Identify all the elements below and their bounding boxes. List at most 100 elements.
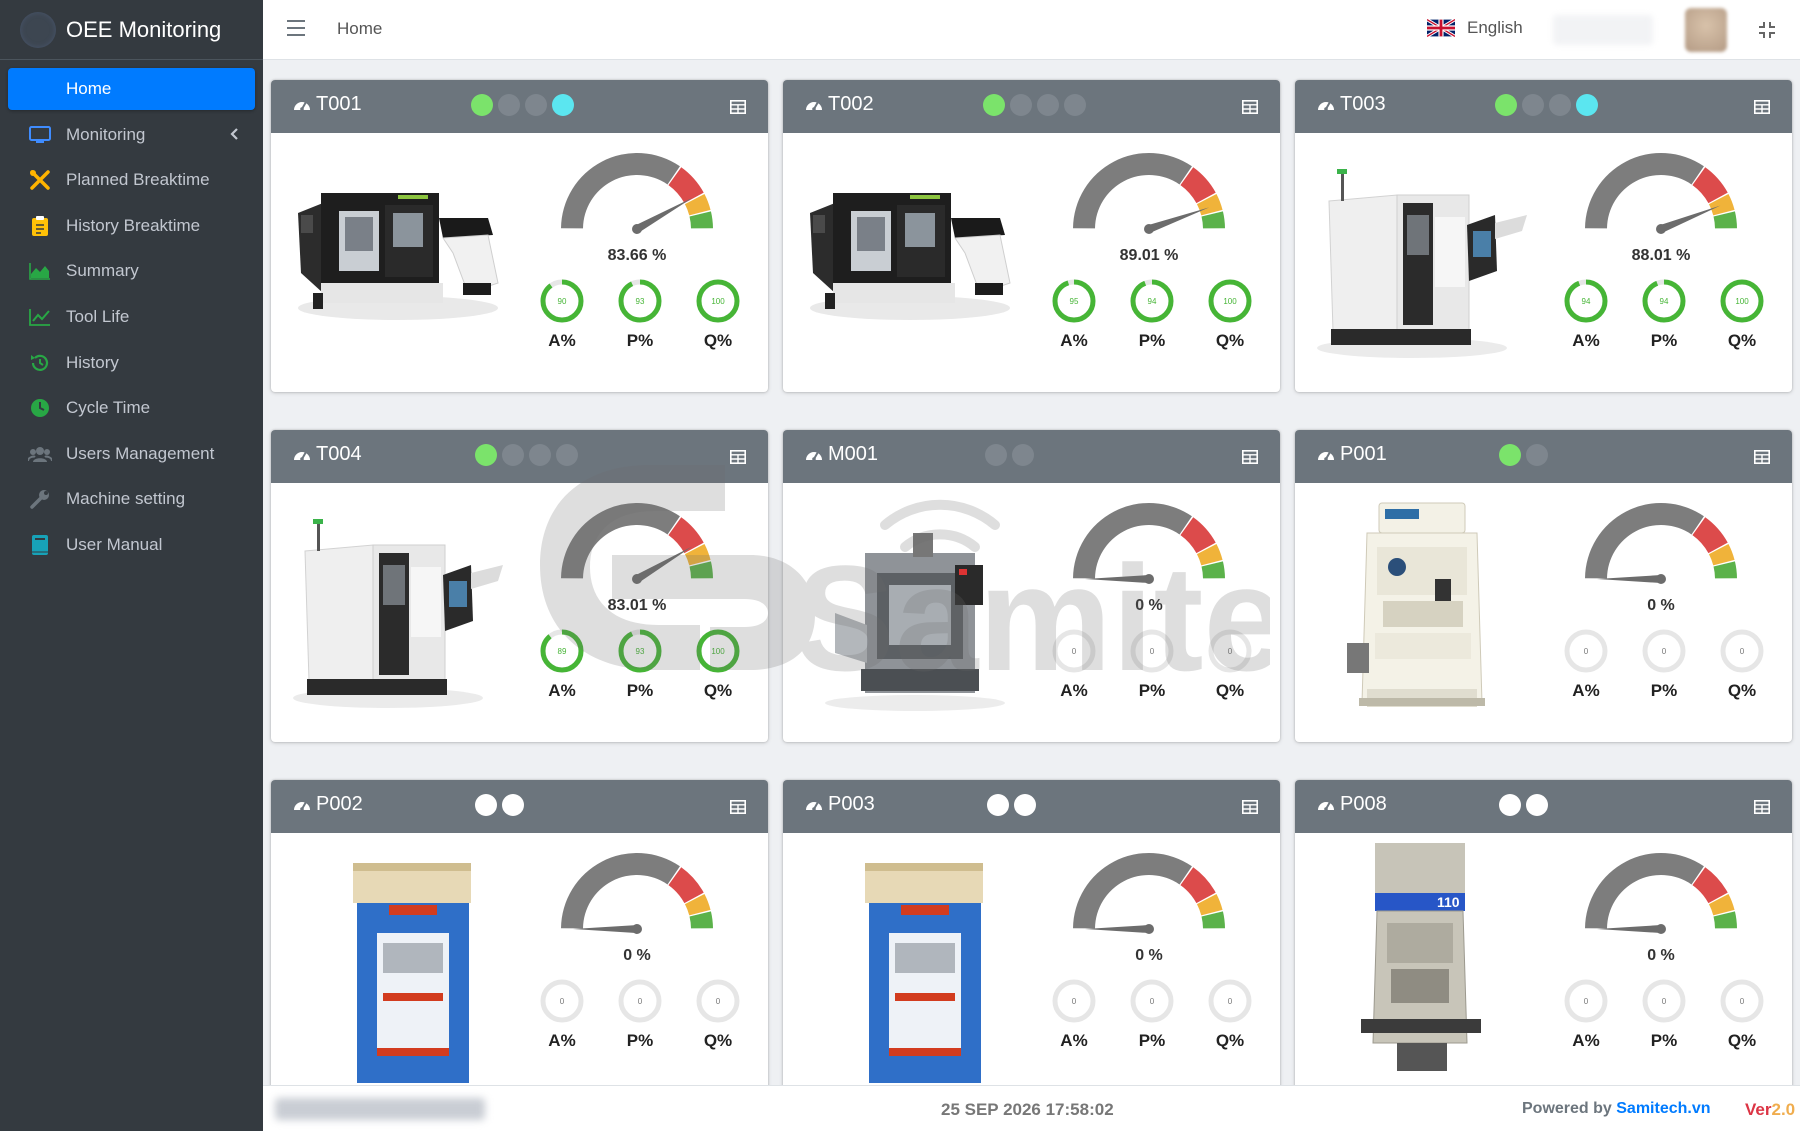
oee-percentage: 0 % — [1647, 947, 1675, 964]
sidebar-item-monitoring[interactable]: Monitoring — [8, 114, 255, 156]
a-label: A% — [1572, 1031, 1600, 1050]
status-dot — [1576, 94, 1598, 116]
sidebar-item-label: History Breaktime — [66, 215, 201, 235]
speedometer-icon — [294, 801, 310, 811]
card-header: M001 — [783, 430, 1280, 483]
card-header: P003 — [783, 780, 1280, 833]
card-title: T002 — [804, 93, 874, 116]
status-dot — [983, 94, 1005, 116]
card-header: P001 — [1295, 430, 1792, 483]
table-view-icon[interactable] — [1754, 100, 1770, 114]
status-dot — [525, 94, 547, 116]
table-view-icon[interactable] — [1242, 100, 1258, 114]
machine-image — [805, 493, 1020, 733]
status-indicators — [1495, 94, 1603, 116]
sidebar-item-history[interactable]: History — [8, 342, 255, 384]
machine-image — [293, 493, 508, 733]
status-dot — [1010, 94, 1032, 116]
area-chart-icon — [28, 260, 52, 282]
version-number: 2.0 — [1771, 1100, 1796, 1119]
svg-text:0: 0 — [1072, 997, 1077, 1006]
p-label: P% — [1138, 331, 1166, 350]
status-dot — [1549, 94, 1571, 116]
q-label: Q% — [703, 331, 733, 350]
machine-card-p008[interactable]: P008 110 0 % 0 A% 0 P% 0 Q% — [1295, 780, 1792, 1092]
sidebar-item-home[interactable]: Home — [8, 68, 255, 110]
users-icon — [28, 443, 52, 465]
machine-card-t001[interactable]: T001 83.66 % 90 A% 93 P% 100 Q% — [271, 80, 768, 392]
table-view-icon[interactable] — [1242, 800, 1258, 814]
card-header: T002 — [783, 80, 1280, 133]
svg-text:0: 0 — [716, 997, 721, 1006]
breadcrumb-home[interactable]: Home — [337, 19, 382, 39]
status-dot — [475, 794, 497, 816]
machine-image — [293, 143, 508, 383]
a-label: A% — [1060, 331, 1088, 350]
machine-card-m001[interactable]: M001 0 % 0 A% 0 P% 0 Q% — [783, 430, 1280, 742]
status-dot — [1012, 444, 1034, 466]
table-view-icon[interactable] — [730, 450, 746, 464]
sidebar-item-user-manual[interactable]: User Manual — [8, 524, 255, 566]
table-view-icon[interactable] — [730, 100, 746, 114]
card-header: T001 — [271, 80, 768, 133]
q-ring: 0 — [1207, 628, 1253, 674]
machine-card-t002[interactable]: T002 89.01 % 95 A% 94 P% 100 Q% — [783, 80, 1280, 392]
sidebar-item-machine-setting[interactable]: Machine setting — [8, 478, 255, 520]
status-dot — [502, 444, 524, 466]
fullscreen-icon[interactable] — [1757, 20, 1777, 40]
a-label: A% — [548, 331, 576, 350]
language-selector[interactable]: English — [1427, 18, 1523, 38]
a-ring: 90 — [539, 278, 585, 324]
machine-card-p002[interactable]: P002 0 % 0 A% 0 P% 0 Q% — [271, 780, 768, 1092]
sidebar-item-cycle-time[interactable]: Cycle Time — [8, 387, 255, 429]
powered-brand-link[interactable]: Samitech.vn — [1616, 1100, 1710, 1117]
q-ring: 100 — [695, 278, 741, 324]
status-dot — [529, 444, 551, 466]
user-name-blurred[interactable] — [1553, 15, 1653, 45]
table-view-icon[interactable] — [730, 800, 746, 814]
oee-percentage: 89.01 % — [1119, 247, 1179, 264]
sidebar-item-label: Machine setting — [66, 489, 186, 509]
sidebar-item-summary[interactable]: Summary — [8, 250, 255, 292]
sidebar-item-tool-life[interactable]: Tool Life — [8, 296, 255, 338]
brand-logo — [20, 11, 56, 48]
card-title: P008 — [1316, 793, 1387, 816]
card-header: T004 — [271, 430, 768, 483]
press-badge: 110 — [1437, 894, 1460, 910]
a-label: A% — [548, 681, 576, 700]
sidebar-item-history-breaktime[interactable]: History Breaktime — [8, 205, 255, 247]
avatar[interactable] — [1685, 8, 1727, 52]
card-body: 0 % 0 A% 0 P% 0 Q% — [783, 833, 1280, 1092]
brand[interactable]: OEE Monitoring — [0, 0, 263, 60]
svg-text:93: 93 — [636, 647, 645, 656]
table-view-icon[interactable] — [1754, 800, 1770, 814]
svg-text:0: 0 — [1662, 997, 1667, 1006]
card-body: 110 0 % 0 A% 0 P% 0 Q% — [1295, 833, 1792, 1092]
machine-card-p003[interactable]: P003 0 % 0 A% 0 P% 0 Q% — [783, 780, 1280, 1092]
svg-text:0: 0 — [1228, 997, 1233, 1006]
q-ring: 0 — [695, 978, 741, 1024]
machine-card-p001[interactable]: P001 0 % 0 A% 0 P% 0 Q% — [1295, 430, 1792, 742]
svg-text:0: 0 — [1584, 997, 1589, 1006]
status-dot — [1499, 444, 1521, 466]
table-view-icon[interactable] — [1242, 450, 1258, 464]
oee-gauge — [1069, 851, 1229, 943]
machine-image: 110 — [1317, 843, 1532, 1083]
status-dot — [1037, 94, 1059, 116]
oee-percentage: 83.66 % — [607, 247, 667, 264]
q-ring: 0 — [1207, 978, 1253, 1024]
status-indicators — [475, 794, 529, 816]
card-body: 0 % 0 A% 0 P% 0 Q% — [1295, 483, 1792, 742]
q-label: Q% — [1215, 1031, 1245, 1050]
table-view-icon[interactable] — [1754, 450, 1770, 464]
machine-name: T004 — [316, 443, 362, 465]
menu-toggle-icon[interactable] — [287, 20, 305, 36]
sidebar-item-planned-breaktime[interactable]: Planned Breaktime — [8, 159, 255, 201]
card-body: 0 % 0 A% 0 P% 0 Q% — [783, 483, 1280, 742]
machine-card-t003[interactable]: T003 88.01 % 94 A% 94 P% 100 Q% — [1295, 80, 1792, 392]
speedometer-icon — [806, 101, 822, 111]
sidebar-item-users-management[interactable]: Users Management — [8, 433, 255, 475]
machine-card-t004[interactable]: T004 83.01 % 89 A% 93 P% 100 Q% — [271, 430, 768, 742]
oee-percentage: 0 % — [1135, 947, 1163, 964]
svg-text:94: 94 — [1582, 297, 1591, 306]
